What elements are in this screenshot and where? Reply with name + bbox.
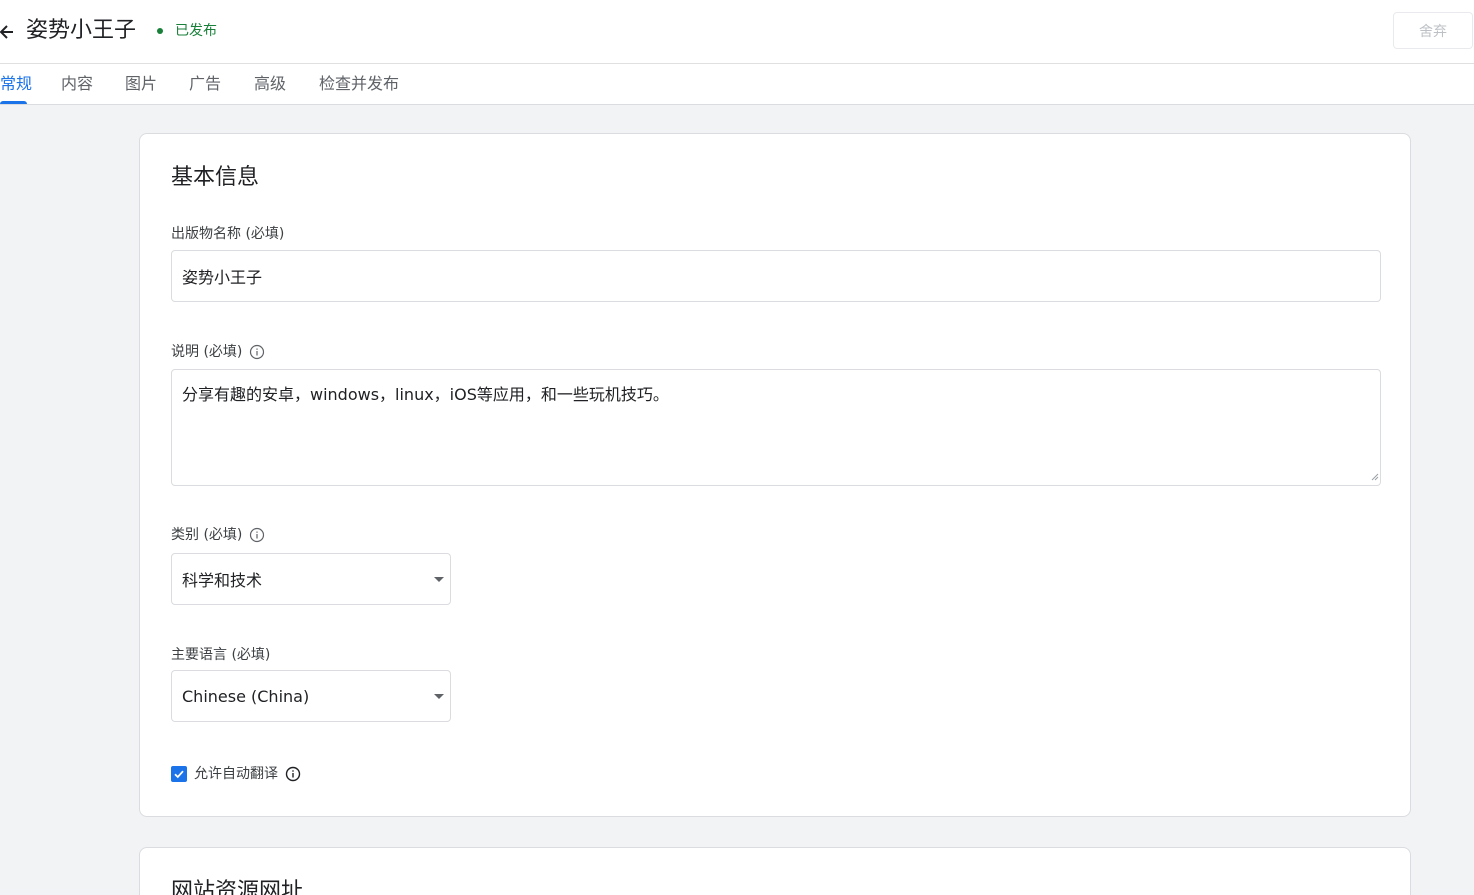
basic-info-title: 基本信息 [171,165,260,190]
status-label: 已发布 [175,23,217,39]
resize-grip-icon[interactable] [1369,471,1379,481]
description-label-text: 说明 (必填) [171,344,243,360]
description-textarea[interactable]: 分享有趣的安卓，windows，linux，iOS等应用，和一些玩机技巧。 [171,369,1381,486]
publication-name-label-text: 出版物名称 (必填) [171,226,285,242]
check-icon [174,770,184,779]
category-label-text: 类别 (必填) [171,527,243,543]
publication-name-label: 出版物名称 (必填) [171,224,284,244]
tab-bar: 常规 内容 图片 广告 高级 检查并发布 [0,64,1474,105]
active-tab-indicator [0,101,27,104]
web-resource-card: 网站资源网址 [139,847,1411,895]
publication-title: 姿势小王子 [26,18,137,43]
web-resource-title: 网站资源网址 [171,879,304,895]
tab-advanced[interactable]: 高级 [254,74,286,94]
language-label-text: 主要语言 (必填) [171,647,271,663]
status-dot-icon [157,28,163,34]
tab-ads[interactable]: 广告 [189,74,221,94]
info-icon[interactable] [249,527,265,543]
info-icon[interactable] [285,766,301,782]
back-arrow-icon[interactable] [0,20,18,44]
language-select-value: Chinese (China) [182,686,310,706]
tab-content[interactable]: 内容 [61,74,93,94]
category-label: 类别 (必填) [171,525,265,545]
publication-name-input[interactable] [171,250,1381,302]
category-select[interactable]: 科学和技术 [171,553,451,605]
publish-status: 已发布 [157,21,217,41]
tab-images[interactable]: 图片 [125,74,157,94]
auto-translate-row: 允许自动翻译 [171,764,301,784]
language-label: 主要语言 (必填) [171,645,270,665]
category-select-value: 科学和技术 [182,571,263,590]
tab-general[interactable]: 常规 [0,74,32,94]
dropdown-caret-icon [434,694,444,699]
discard-button[interactable]: 舍弃 [1393,12,1473,49]
basic-info-card: 基本信息 出版物名称 (必填) 说明 (必填) 分享有趣的安卓，windows，… [139,133,1411,817]
tab-review-publish[interactable]: 检查并发布 [319,74,399,94]
description-label: 说明 (必填) [171,342,265,362]
auto-translate-label: 允许自动翻译 [194,766,278,782]
language-select[interactable]: Chinese (China) [171,670,451,722]
dropdown-caret-icon [434,577,444,582]
info-icon[interactable] [249,344,265,360]
auto-translate-checkbox[interactable] [171,766,187,782]
top-bar: 姿势小王子 已发布 舍弃 [0,0,1474,64]
